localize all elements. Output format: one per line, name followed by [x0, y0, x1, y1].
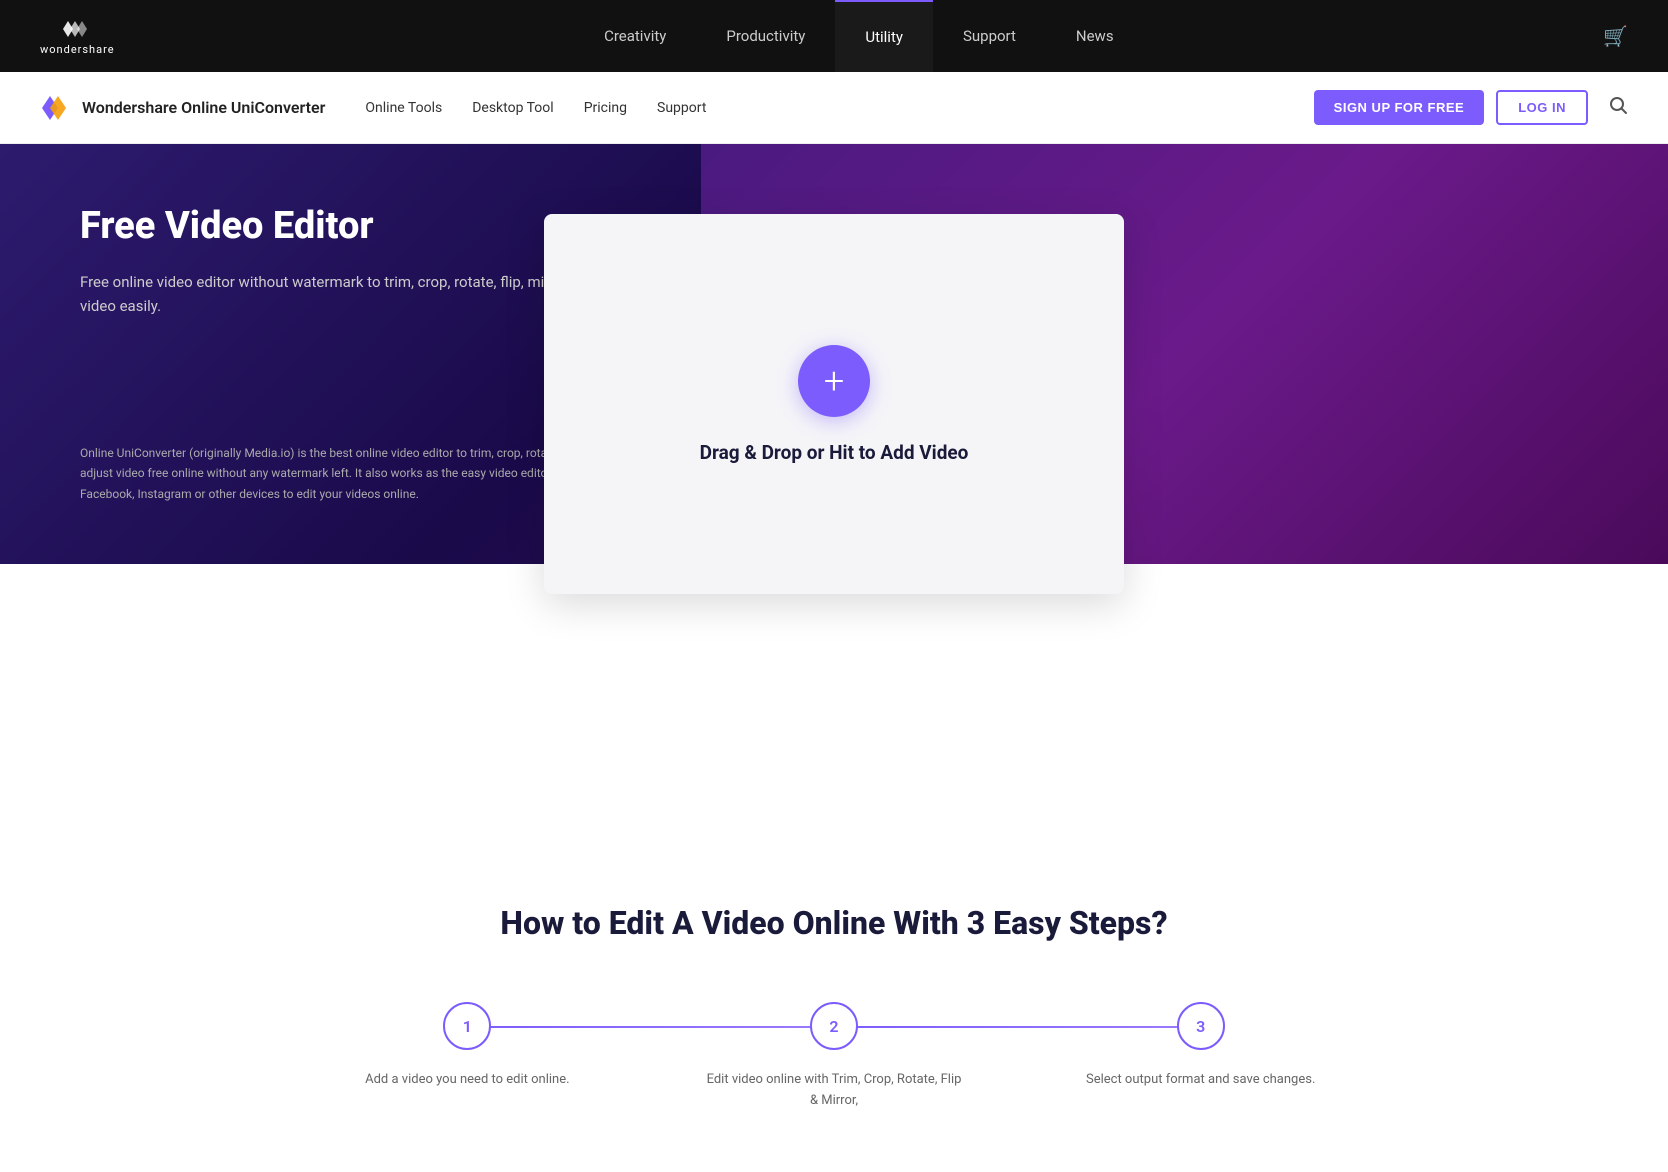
step-3-number: 3	[1196, 1017, 1205, 1036]
cart-icon[interactable]: 🛒	[1603, 24, 1628, 48]
top-nav-links: Creativity Productivity Utility Support …	[574, 0, 1144, 72]
step-1-number: 1	[463, 1017, 472, 1036]
step-2-circle: 2	[810, 1002, 858, 1050]
login-button[interactable]: LOG IN	[1496, 90, 1588, 125]
sub-nav-links: Online Tools Desktop Tool Pricing Suppor…	[365, 100, 1313, 116]
nav-news[interactable]: News	[1046, 0, 1144, 72]
nav-support[interactable]: Support	[933, 0, 1046, 72]
steps-title: How to Edit A Video Online With 3 Easy S…	[40, 904, 1628, 942]
step-2: 2 Edit video online with Trim, Crop, Rot…	[651, 1002, 1018, 1112]
upload-add-button[interactable]: +	[798, 345, 870, 417]
sub-nav-support[interactable]: Support	[657, 100, 706, 116]
brand-logo[interactable]: Wondershare Online UniConverter	[40, 92, 325, 124]
step-3: 3 Select output format and save changes.	[1017, 1002, 1384, 1091]
brand-name: Wondershare Online UniConverter	[82, 98, 325, 117]
step-1-circle: 1	[443, 1002, 491, 1050]
step-1-desc: Add a video you need to edit online.	[365, 1070, 569, 1091]
steps-container: 1 Add a video you need to edit online. 2…	[284, 1002, 1384, 1112]
nav-creativity[interactable]: Creativity	[574, 0, 696, 72]
step-1: 1 Add a video you need to edit online.	[284, 1002, 651, 1091]
signup-button[interactable]: SIGN UP FOR FREE	[1314, 90, 1485, 125]
sub-nav-online-tools[interactable]: Online Tools	[365, 100, 442, 116]
hero-section: Free Video Editor Free online video edit…	[0, 144, 1668, 564]
top-nav-right: 🛒	[1603, 24, 1628, 48]
search-icon[interactable]	[1608, 95, 1628, 120]
upload-card[interactable]: + Drag & Drop or Hit to Add Video	[544, 214, 1124, 594]
sub-nav-desktop-tool[interactable]: Desktop Tool	[472, 100, 553, 116]
step-3-circle: 3	[1177, 1002, 1225, 1050]
steps-section: How to Edit A Video Online With 3 Easy S…	[0, 824, 1668, 1172]
step-2-desc: Edit video online with Trim, Crop, Rotat…	[704, 1070, 964, 1112]
sub-navigation: Wondershare Online UniConverter Online T…	[0, 72, 1668, 144]
plus-icon: +	[824, 363, 844, 399]
wondershare-logo[interactable]: wondershare	[40, 17, 115, 56]
nav-productivity[interactable]: Productivity	[696, 0, 835, 72]
nav-utility[interactable]: Utility	[835, 0, 933, 72]
step-3-desc: Select output format and save changes.	[1086, 1070, 1315, 1091]
step-2-number: 2	[829, 1017, 838, 1036]
sub-nav-actions: SIGN UP FOR FREE LOG IN	[1314, 90, 1628, 125]
top-navigation: wondershare Creativity Productivity Util…	[0, 0, 1668, 72]
sub-nav-pricing[interactable]: Pricing	[584, 100, 627, 116]
upload-label: Drag & Drop or Hit to Add Video	[700, 441, 969, 464]
logo-text: wondershare	[40, 43, 115, 56]
